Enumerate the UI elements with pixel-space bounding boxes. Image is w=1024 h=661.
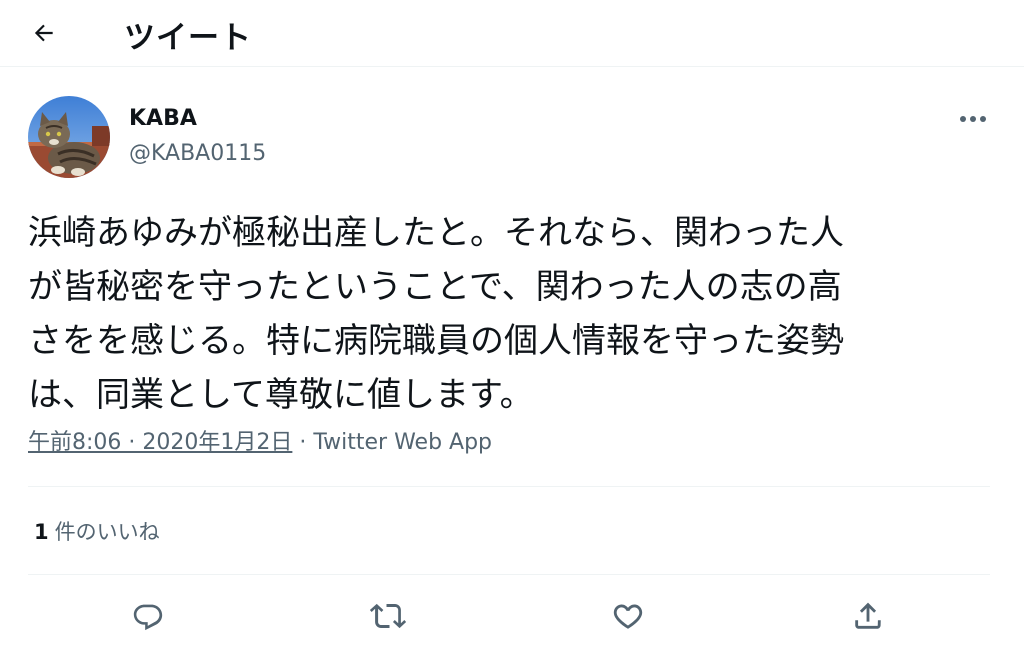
author-name[interactable]: KABA bbox=[129, 106, 197, 131]
header: ツイート bbox=[0, 0, 1024, 67]
tweet-timestamp[interactable]: 午前8:06 · 2020年1月2日 bbox=[28, 430, 292, 455]
divider bbox=[28, 574, 990, 575]
back-button[interactable] bbox=[24, 13, 64, 53]
page-title: ツイート bbox=[124, 20, 252, 56]
arrow-left-icon bbox=[34, 24, 53, 42]
divider bbox=[28, 486, 990, 487]
tweet-page: ツイート KABA @KABA0115 浜崎あゆみが極秘出産したと。それなら、関… bbox=[0, 0, 1024, 661]
more-dots-icon bbox=[960, 116, 986, 122]
like-button[interactable] bbox=[606, 594, 650, 638]
reply-button[interactable] bbox=[126, 594, 170, 638]
retweet-icon bbox=[370, 603, 406, 629]
likes-count: 1 bbox=[34, 520, 49, 544]
avatar[interactable] bbox=[28, 96, 110, 178]
meta-separator: · bbox=[292, 430, 314, 455]
author-handle[interactable]: @KABA0115 bbox=[129, 141, 266, 166]
more-options-button[interactable] bbox=[952, 104, 994, 134]
reply-icon bbox=[133, 604, 163, 631]
share-button[interactable] bbox=[846, 594, 890, 638]
tweet-text: 浜崎あゆみが極秘出産したと。それなら、関わった人 が皆秘密を守ったということで、… bbox=[28, 213, 844, 415]
cat-photo-avatar bbox=[28, 96, 110, 178]
likes-stat[interactable]: 1 件のいいね bbox=[34, 516, 160, 546]
share-icon bbox=[855, 602, 881, 629]
heart-icon bbox=[613, 604, 643, 629]
likes-label: 件のいいね bbox=[54, 520, 160, 544]
tweet-meta: 午前8:06 · 2020年1月2日 · Twitter Web App bbox=[28, 424, 492, 456]
retweet-button[interactable] bbox=[366, 594, 410, 638]
tweet-source: Twitter Web App bbox=[313, 430, 493, 455]
